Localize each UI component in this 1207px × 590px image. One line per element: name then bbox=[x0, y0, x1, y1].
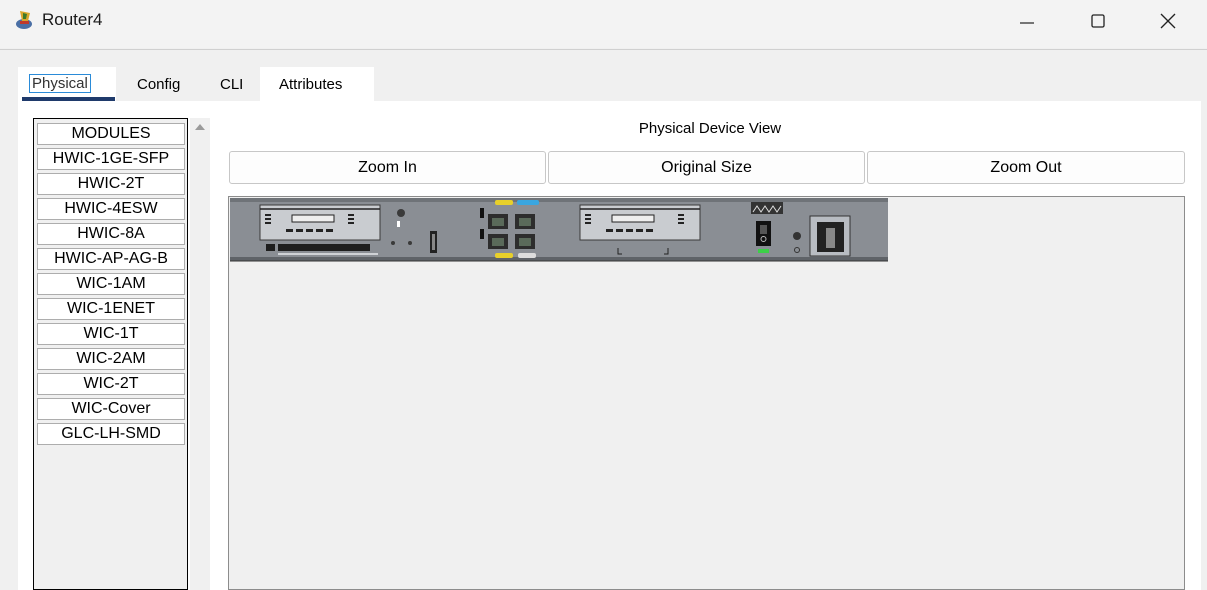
router-app-icon bbox=[14, 9, 36, 31]
module-item[interactable]: WIC-Cover bbox=[37, 398, 185, 420]
zoom-in-button[interactable]: Zoom In bbox=[229, 151, 546, 184]
zoom-out-button[interactable]: Zoom Out bbox=[867, 151, 1185, 184]
module-item[interactable]: GLC-LH-SMD bbox=[37, 423, 185, 445]
close-button[interactable] bbox=[1146, 4, 1190, 38]
close-icon bbox=[1160, 13, 1176, 29]
title-separator bbox=[0, 49, 1207, 50]
module-item[interactable]: WIC-1T bbox=[37, 323, 185, 345]
scroll-up-arrow-icon[interactable] bbox=[195, 124, 205, 130]
module-item[interactable]: WIC-2AM bbox=[37, 348, 185, 370]
tab-physical-label: Physical bbox=[29, 74, 91, 93]
window-title: Router4 bbox=[42, 10, 103, 29]
modules-header[interactable]: MODULES bbox=[37, 123, 185, 145]
power-inlet[interactable] bbox=[809, 215, 851, 257]
module-item[interactable]: WIC-1AM bbox=[37, 273, 185, 295]
module-item[interactable]: HWIC-1GE-SFP bbox=[37, 148, 185, 170]
module-list-scrollbar[interactable] bbox=[190, 118, 210, 590]
minimize-icon bbox=[1020, 22, 1034, 24]
device-view-canvas[interactable] bbox=[228, 196, 1185, 590]
module-item[interactable]: HWIC-4ESW bbox=[37, 198, 185, 220]
module-item[interactable]: WIC-1ENET bbox=[37, 298, 185, 320]
title-bar: Router4 bbox=[0, 0, 1207, 48]
maximize-button[interactable] bbox=[1076, 4, 1120, 38]
original-size-button[interactable]: Original Size bbox=[548, 151, 865, 184]
module-item[interactable]: WIC-2T bbox=[37, 373, 185, 395]
router-chassis-image[interactable] bbox=[230, 198, 890, 262]
module-item[interactable]: HWIC-8A bbox=[37, 223, 185, 245]
tab-attributes[interactable]: Attributes bbox=[260, 67, 374, 101]
tab-cli[interactable]: CLI bbox=[220, 67, 243, 101]
minimize-button[interactable] bbox=[1005, 4, 1049, 38]
tab-physical[interactable]: Physical bbox=[18, 67, 116, 101]
module-item[interactable]: HWIC-2T bbox=[37, 173, 185, 195]
physical-device-view-title: Physical Device View bbox=[638, 120, 782, 137]
hwic-slot-1[interactable] bbox=[259, 204, 381, 241]
tab-config[interactable]: Config bbox=[137, 67, 180, 101]
module-item[interactable]: HWIC-AP-AG-B bbox=[37, 248, 185, 270]
maximize-icon bbox=[1091, 14, 1105, 28]
module-list[interactable]: MODULES HWIC-1GE-SFP HWIC-2T HWIC-4ESW H… bbox=[33, 118, 188, 590]
